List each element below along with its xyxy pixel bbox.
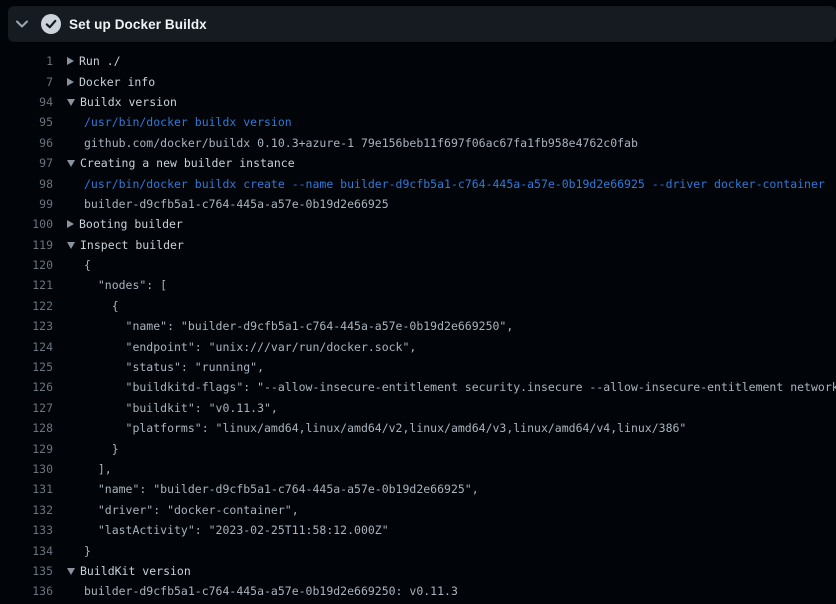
- log-group-row[interactable]: 1 Run ./: [0, 51, 836, 71]
- collapse-triangle-icon: [67, 568, 75, 575]
- log-text: }: [84, 544, 91, 558]
- line-number[interactable]: 120: [0, 258, 53, 272]
- log-group-row[interactable]: 100 Booting builder: [0, 214, 836, 234]
- step-header[interactable]: Set up Docker Buildx: [8, 6, 836, 42]
- collapse-triangle-icon: [67, 160, 75, 167]
- line-number[interactable]: 123: [0, 319, 53, 333]
- log-text: {: [84, 299, 119, 313]
- log-text: "driver": "docker-container",: [84, 503, 299, 517]
- log-row: 134}: [0, 540, 836, 560]
- command-text: /usr/bin/docker buildx create --name bui…: [84, 177, 825, 191]
- line-number[interactable]: 96: [0, 136, 53, 150]
- log-row: 127 "buildkit": "v0.11.3",: [0, 398, 836, 418]
- log-group-row[interactable]: 7 Docker info: [0, 71, 836, 91]
- group-label: Buildx version: [80, 95, 177, 109]
- log-row: 133 "lastActivity": "2023-02-25T11:58:12…: [0, 520, 836, 540]
- log-text: "buildkitd-flags": "--allow-insecure-ent…: [84, 380, 836, 394]
- line-number[interactable]: 122: [0, 299, 53, 313]
- line-number[interactable]: 136: [0, 584, 53, 598]
- log-text: }: [84, 442, 119, 456]
- line-number[interactable]: 125: [0, 360, 53, 374]
- log-text: builder-d9cfb5a1-c764-445a-a57e-0b19d2e6…: [84, 584, 458, 598]
- check-circle-icon: [41, 14, 61, 34]
- line-number[interactable]: 128: [0, 421, 53, 435]
- log-text: "status": "running",: [84, 360, 264, 374]
- group-label: Booting builder: [79, 217, 183, 231]
- line-number[interactable]: 98: [0, 177, 53, 191]
- log-row: 123 "name": "builder-d9cfb5a1-c764-445a-…: [0, 316, 836, 336]
- line-number[interactable]: 124: [0, 340, 53, 354]
- line-number[interactable]: 135: [0, 564, 53, 578]
- log-text: "name": "builder-d9cfb5a1-c764-445a-a57e…: [84, 482, 479, 496]
- line-number[interactable]: 7: [0, 75, 53, 89]
- log-row: 126 "buildkitd-flags": "--allow-insecure…: [0, 377, 836, 397]
- line-number[interactable]: 134: [0, 544, 53, 558]
- line-number[interactable]: 130: [0, 462, 53, 476]
- group-label: Docker info: [79, 75, 155, 89]
- log-row: 95/usr/bin/docker buildx version: [0, 112, 836, 132]
- expand-triangle-icon: [67, 57, 74, 65]
- line-number[interactable]: 132: [0, 503, 53, 517]
- group-label: Inspect builder: [80, 238, 184, 252]
- line-number[interactable]: 126: [0, 380, 53, 394]
- command-text: /usr/bin/docker buildx version: [84, 115, 292, 129]
- line-number[interactable]: 94: [0, 95, 53, 109]
- line-number[interactable]: 95: [0, 115, 53, 129]
- group-label: Run ./: [79, 54, 121, 68]
- log-text: builder-d9cfb5a1-c764-445a-a57e-0b19d2e6…: [84, 197, 389, 211]
- log-row: 132 "driver": "docker-container",: [0, 500, 836, 520]
- log-row: 98/usr/bin/docker buildx create --name b…: [0, 173, 836, 193]
- chevron-down-icon: [15, 19, 29, 29]
- log-group-row[interactable]: 94 Buildx version: [0, 92, 836, 112]
- log-text: {: [84, 258, 91, 272]
- log-row: 129 }: [0, 438, 836, 458]
- line-number[interactable]: 121: [0, 278, 53, 292]
- group-label: Creating a new builder instance: [80, 156, 295, 170]
- line-number[interactable]: 99: [0, 197, 53, 211]
- log-lines: 1 Run ./ 7 Docker info 94 Buildx version 95/us…: [0, 51, 836, 602]
- log-row: 130 ],: [0, 459, 836, 479]
- log-row: 128 "platforms": "linux/amd64,linux/amd6…: [0, 418, 836, 438]
- log-text: "lastActivity": "2023-02-25T11:58:12.000…: [84, 523, 389, 537]
- log-row: 125 "status": "running",: [0, 357, 836, 377]
- line-number[interactable]: 119: [0, 238, 53, 252]
- log-text: "buildkit": "v0.11.3",: [84, 401, 278, 415]
- log-group-row[interactable]: 97 Creating a new builder instance: [0, 153, 836, 173]
- line-number[interactable]: 97: [0, 156, 53, 170]
- line-number[interactable]: 127: [0, 401, 53, 415]
- line-number[interactable]: 100: [0, 217, 53, 231]
- step-title: Set up Docker Buildx: [69, 17, 207, 32]
- collapse-triangle-icon: [67, 242, 75, 249]
- expand-triangle-icon: [67, 78, 74, 86]
- log-text: ],: [84, 462, 112, 476]
- line-number[interactable]: 133: [0, 523, 53, 537]
- log-row: 121 "nodes": [: [0, 275, 836, 295]
- expand-triangle-icon: [67, 220, 74, 228]
- log-row: 96 github.com/docker/buildx 0.10.3+azure-…: [0, 133, 836, 153]
- log-row: 122 {: [0, 296, 836, 316]
- log-row: 131 "name": "builder-d9cfb5a1-c764-445a-…: [0, 479, 836, 499]
- log-row: 124 "endpoint": "unix:///var/run/docker.…: [0, 336, 836, 356]
- log-row: 99 builder-d9cfb5a1-c764-445a-a57e-0b19d2…: [0, 194, 836, 214]
- log-text: "nodes": [: [84, 278, 167, 292]
- log-group-row[interactable]: 119 Inspect builder: [0, 235, 836, 255]
- line-number[interactable]: 1: [0, 54, 53, 68]
- log-text: "platforms": "linux/amd64,linux/amd64/v2…: [84, 421, 686, 435]
- log-text: "name": "builder-d9cfb5a1-c764-445a-a57e…: [84, 319, 513, 333]
- log-row: 136 builder-d9cfb5a1-c764-445a-a57e-0b19d…: [0, 581, 836, 601]
- line-number[interactable]: 129: [0, 442, 53, 456]
- log-row: 120 {: [0, 255, 836, 275]
- collapse-triangle-icon: [67, 99, 75, 106]
- log-text: github.com/docker/buildx 0.10.3+azure-1 …: [84, 136, 638, 150]
- line-number[interactable]: 131: [0, 482, 53, 496]
- log-group-row[interactable]: 135 BuildKit version: [0, 561, 836, 581]
- log-text: "endpoint": "unix:///var/run/docker.sock…: [84, 340, 416, 354]
- group-label: BuildKit version: [80, 564, 191, 578]
